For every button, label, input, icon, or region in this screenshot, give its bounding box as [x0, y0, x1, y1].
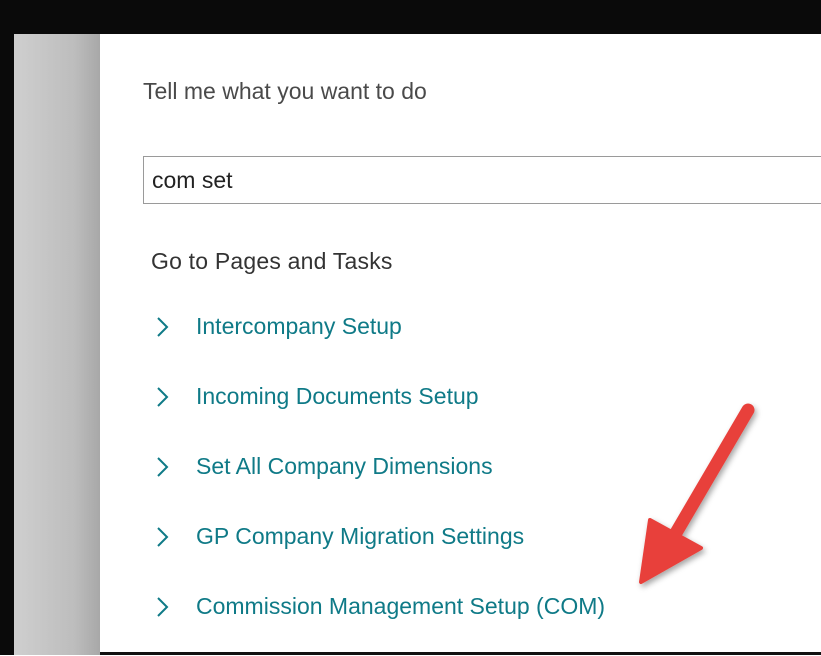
chevron-right-icon: [157, 317, 169, 337]
result-item-gp-company-migration-settings[interactable]: GP Company Migration Settings: [152, 516, 605, 586]
result-label: GP Company Migration Settings: [196, 523, 525, 549]
result-item-incoming-documents-setup[interactable]: Incoming Documents Setup: [152, 376, 605, 446]
background-page-strip: [14, 34, 100, 655]
result-item-commission-management-setup[interactable]: Commission Management Setup (COM): [152, 586, 605, 656]
result-item-set-all-company-dimensions[interactable]: Set All Company Dimensions: [152, 446, 605, 516]
result-label: Intercompany Setup: [196, 313, 402, 339]
screenshot-frame: Tell me what you want to do Go to Pages …: [0, 0, 821, 655]
chevron-right-icon: [157, 387, 169, 407]
results-list: Intercompany Setup Incoming Documents Se…: [152, 306, 605, 656]
result-label: Set All Company Dimensions: [196, 453, 493, 479]
search-input[interactable]: [152, 157, 812, 203]
result-label: Commission Management Setup (COM): [196, 593, 606, 619]
chevron-right-icon: [157, 597, 169, 617]
chevron-right-icon: [157, 457, 169, 477]
search-box[interactable]: [143, 156, 821, 204]
window-left-edge: [0, 34, 14, 655]
section-heading: Go to Pages and Tasks: [151, 248, 393, 274]
tell-me-panel: Tell me what you want to do Go to Pages …: [100, 34, 821, 655]
result-label: Incoming Documents Setup: [196, 383, 479, 409]
result-item-intercompany-setup[interactable]: Intercompany Setup: [152, 306, 605, 376]
chevron-right-icon: [157, 527, 169, 547]
tell-me-prompt: Tell me what you want to do: [143, 78, 427, 104]
window-top-bar: [0, 0, 821, 34]
